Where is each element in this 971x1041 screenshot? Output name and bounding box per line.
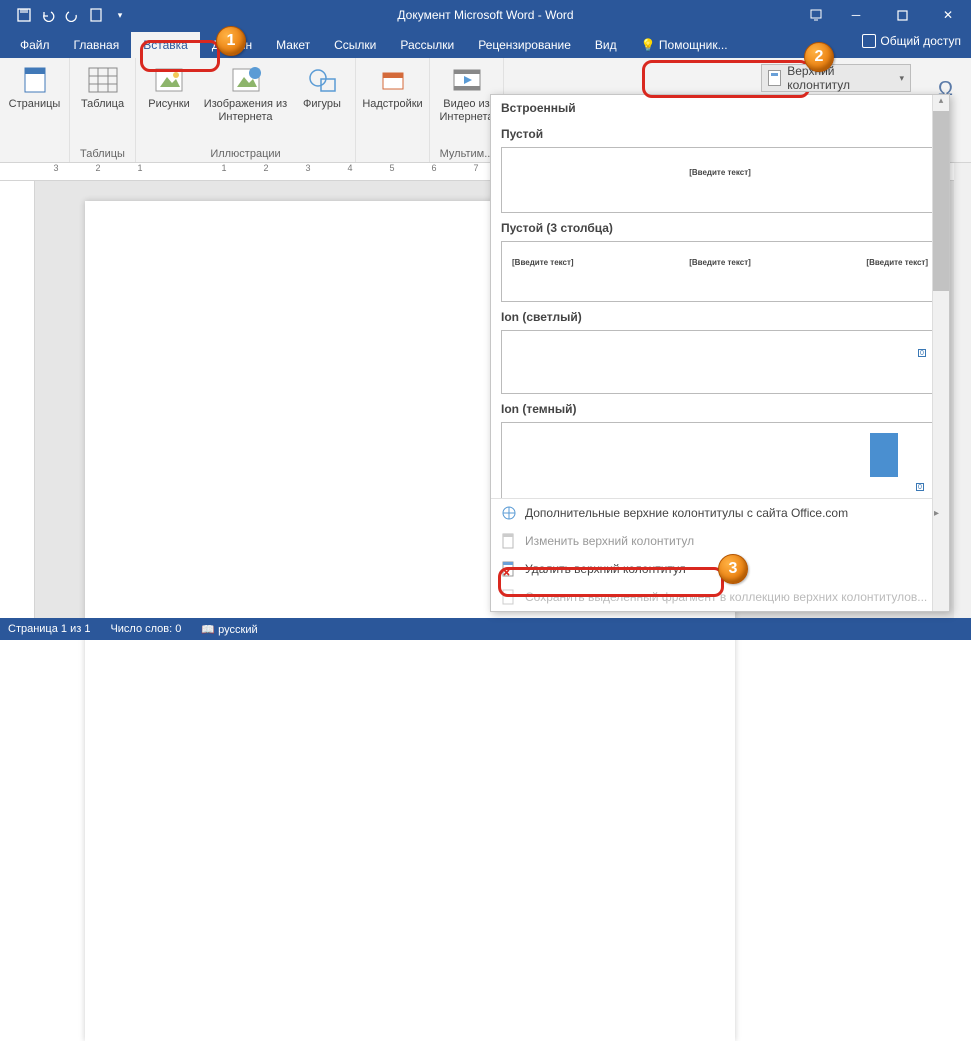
page-header-icon [768,70,781,86]
tab-file[interactable]: Файл [8,32,62,58]
chevron-down-icon: ▾ [899,73,904,84]
tab-review[interactable]: Рецензирование [466,32,583,58]
status-bar: Страница 1 из 1 Число слов: 0 📖 русский [0,618,971,640]
status-words[interactable]: Число слов: 0 [110,623,181,635]
tab-home[interactable]: Главная [62,32,132,58]
status-page[interactable]: Страница 1 из 1 [8,623,90,635]
gallery-item-title: Пустой (3 столбца) [501,221,939,235]
gallery-item-empty[interactable]: [Введите текст] [501,147,939,213]
chevron-right-icon: ▸ [934,508,939,519]
close-icon[interactable]: ✕ [925,0,971,30]
gallery-edit-header[interactable]: Изменить верхний колонтитул [491,527,949,555]
new-doc-icon[interactable] [84,3,108,27]
tab-references[interactable]: Ссылки [322,32,388,58]
redo-icon[interactable] [60,3,84,27]
status-lang[interactable]: 📖 русский [201,623,257,636]
callout-badge-2: 2 [804,42,834,72]
gallery-item-title: Пустой [501,127,939,141]
window-title: Документ Microsoft Word - Word [397,8,573,22]
shapes-button[interactable]: Фигуры [297,62,347,113]
qat-more-icon[interactable]: ▾ [108,3,132,27]
header-dropdown-button[interactable]: Верхний колонтитул ▾ [761,64,911,92]
table-button[interactable]: Таблица [77,62,128,113]
tab-view[interactable]: Вид [583,32,629,58]
addins-button[interactable]: Надстройки [358,62,426,113]
edit-header-icon [501,533,517,549]
maximize-icon[interactable] [879,0,925,30]
vertical-scrollbar[interactable] [954,163,971,618]
gallery-section-label: Встроенный [491,95,949,119]
vertical-ruler[interactable] [0,181,35,640]
globe-icon [501,505,517,521]
ribbon-options-icon[interactable] [799,0,833,30]
gallery-item-title: Ion (светлый) [501,310,939,324]
highlight-3 [498,567,724,597]
share-button[interactable]: Общий доступ [862,34,961,48]
highlight-1 [140,40,220,72]
save-icon[interactable] [12,3,36,27]
gallery-item-ion-dark[interactable]: 0 [501,422,939,498]
gallery-more-office[interactable]: Дополнительные верхние колонтитулы с сай… [491,499,949,527]
undo-icon[interactable] [36,3,60,27]
minimize-icon[interactable]: ─ [833,0,879,30]
gallery-item-ion-light[interactable]: 0 [501,330,939,394]
title-bar: ▾ Документ Microsoft Word - Word ─ ✕ [0,0,971,30]
quick-access-toolbar: ▾ [0,0,132,30]
online-video-button[interactable]: Видео из Интернета [436,62,498,125]
tab-help[interactable]: 💡 Помощник... [629,32,740,58]
tab-layout[interactable]: Макет [264,32,322,58]
gallery-item-empty3[interactable]: [Введите текст] [Введите текст] [Введите… [501,241,939,302]
gallery-item-title: Ion (темный) [501,402,939,416]
header-gallery: Встроенный Пустой [Введите текст] Пустой… [490,94,950,612]
pages-button[interactable]: Страницы [5,62,65,113]
callout-badge-1: 1 [216,26,246,56]
window-controls: ─ ✕ [799,0,971,30]
callout-badge-3: 3 [718,554,748,584]
tab-mailings[interactable]: Рассылки [388,32,466,58]
